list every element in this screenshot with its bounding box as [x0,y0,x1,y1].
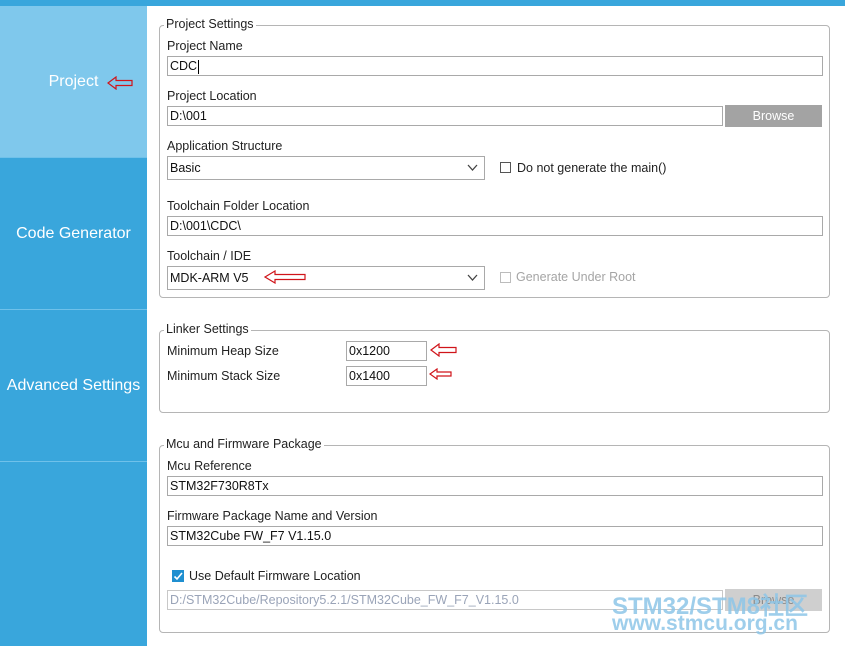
project-location-browse-button[interactable]: Browse [725,105,822,127]
checkmark-icon [173,572,183,581]
sidebar-tab-code-generator[interactable]: Code Generator [0,158,147,310]
min-heap-size-label: Minimum Heap Size [167,344,279,358]
application-structure-value: Basic [170,161,201,175]
watermark-line2: www.stmcu.org.cn [612,612,798,635]
sidebar: Project Code Generator Advanced Settings [0,6,147,646]
chevron-down-icon [467,274,478,281]
group-title: Linker Settings [164,322,251,336]
mcu-reference-input[interactable]: STM32F730R8Tx [167,476,823,496]
chevron-down-icon [467,164,478,171]
firmware-package-label: Firmware Package Name and Version [167,509,378,523]
toolchain-ide-select[interactable]: MDK-ARM V5 [167,266,485,290]
project-name-value: CDC [170,59,198,73]
sidebar-tab-project[interactable]: Project [0,6,147,158]
annotation-arrow-icon [264,270,306,284]
application-structure-select[interactable]: Basic [167,156,485,180]
do-not-generate-main-checkbox[interactable] [500,162,511,173]
project-name-input[interactable]: CDC [167,56,823,76]
use-default-firmware-label: Use Default Firmware Location [189,569,361,583]
annotation-arrow-icon [430,343,457,357]
project-name-label: Project Name [167,39,243,53]
min-stack-size-label: Minimum Stack Size [167,369,281,383]
mcu-reference-label: Mcu Reference [167,459,252,473]
project-location-label: Project Location [167,89,257,103]
annotation-arrow-icon [107,76,133,90]
sidebar-tab-advanced-settings[interactable]: Advanced Settings [0,310,147,462]
min-stack-size-input[interactable]: 0x1400 [346,366,427,386]
sidebar-tab-label: Advanced Settings [6,376,141,394]
toolchain-folder-label: Toolchain Folder Location [167,199,310,213]
application-structure-label: Application Structure [167,139,283,153]
annotation-arrow-icon [429,368,452,380]
toolchain-ide-label: Toolchain / IDE [167,249,252,263]
generate-under-root-checkbox[interactable] [500,272,511,283]
toolchain-folder-input[interactable]: D:\001\CDC\ [167,216,823,236]
text-caret [198,59,200,74]
firmware-package-input[interactable]: STM32Cube FW_F7 V1.15.0 [167,526,823,546]
sidebar-tab-label: Project [48,72,99,90]
sidebar-tab-label: Code Generator [16,224,131,242]
project-location-input[interactable]: D:\001 [167,106,723,126]
min-heap-size-input[interactable]: 0x1200 [346,341,427,361]
group-title: Mcu and Firmware Package [164,437,324,451]
toolchain-ide-value: MDK-ARM V5 [170,271,249,285]
group-title: Project Settings [164,17,256,31]
do-not-generate-main-label: Do not generate the main() [517,161,667,175]
use-default-firmware-checkbox[interactable] [172,570,184,582]
generate-under-root-label: Generate Under Root [516,270,636,284]
